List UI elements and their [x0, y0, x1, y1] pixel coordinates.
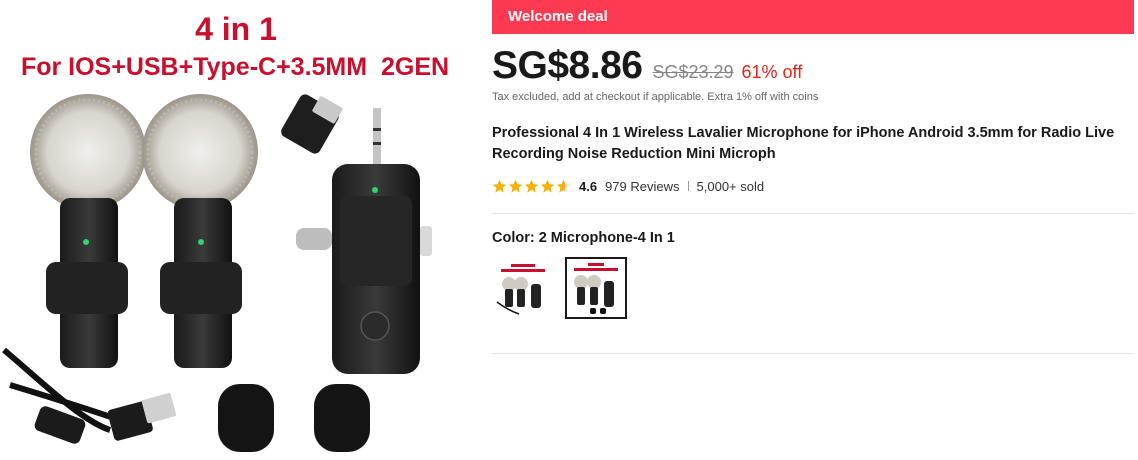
product-info: Welcome deal SG$8.86 SG$23.29 61% off Ta… — [492, 0, 1134, 460]
discount-badge: 61% off — [741, 62, 803, 82]
lavalier-mic-1 — [30, 94, 146, 368]
image-headline: 4 in 1 — [195, 11, 277, 47]
foam-windscreen-1 — [218, 384, 274, 452]
product-title: Professional 4 In 1 Wireless Lavalier Mi… — [492, 125, 1115, 162]
variant-label: Color: 2 Microphone-4 In 1 — [492, 230, 675, 246]
current-price: SG$8.86 — [492, 44, 643, 87]
star-icon — [524, 179, 539, 192]
divider — [492, 353, 1134, 354]
image-subheadline: For IOS+USB+Type-C+3.5MM 2GEN — [21, 53, 449, 81]
variant-thumbnail-2-icon — [568, 260, 624, 316]
rating-value: 4.6 — [579, 178, 598, 194]
variant-option-2[interactable] — [565, 257, 627, 319]
original-price: SG$23.29 — [652, 62, 734, 82]
welcome-deal-banner: Welcome deal — [492, 0, 1134, 34]
rating-row[interactable]: 4.6 979 Reviews 5,000+ sold — [492, 176, 764, 196]
rating-stars — [492, 179, 571, 194]
lavalier-mic-2 — [142, 94, 258, 368]
product-image[interactable]: 4 in 1 For IOS+USB+Type-C+3.5MM 2GEN — [0, 0, 470, 460]
star-icon — [508, 179, 523, 192]
variant-thumbnail-1-icon — [495, 260, 551, 316]
variant-swatches — [492, 257, 627, 319]
variant-option-1[interactable] — [492, 257, 554, 319]
price-row: SG$8.86 SG$23.29 61% off — [492, 44, 802, 88]
sold-count: 5,000+ sold — [696, 178, 765, 194]
star-icon — [540, 179, 555, 192]
usb-adapter — [281, 94, 343, 154]
separator — [687, 181, 689, 191]
star-icon — [492, 179, 507, 192]
star-icon — [556, 179, 571, 192]
divider — [492, 213, 1134, 214]
tax-note: Tax excluded, add at checkout if applica… — [492, 91, 819, 103]
reviews-link[interactable]: 979 Reviews — [605, 179, 679, 194]
foam-windscreen-2 — [314, 384, 370, 452]
